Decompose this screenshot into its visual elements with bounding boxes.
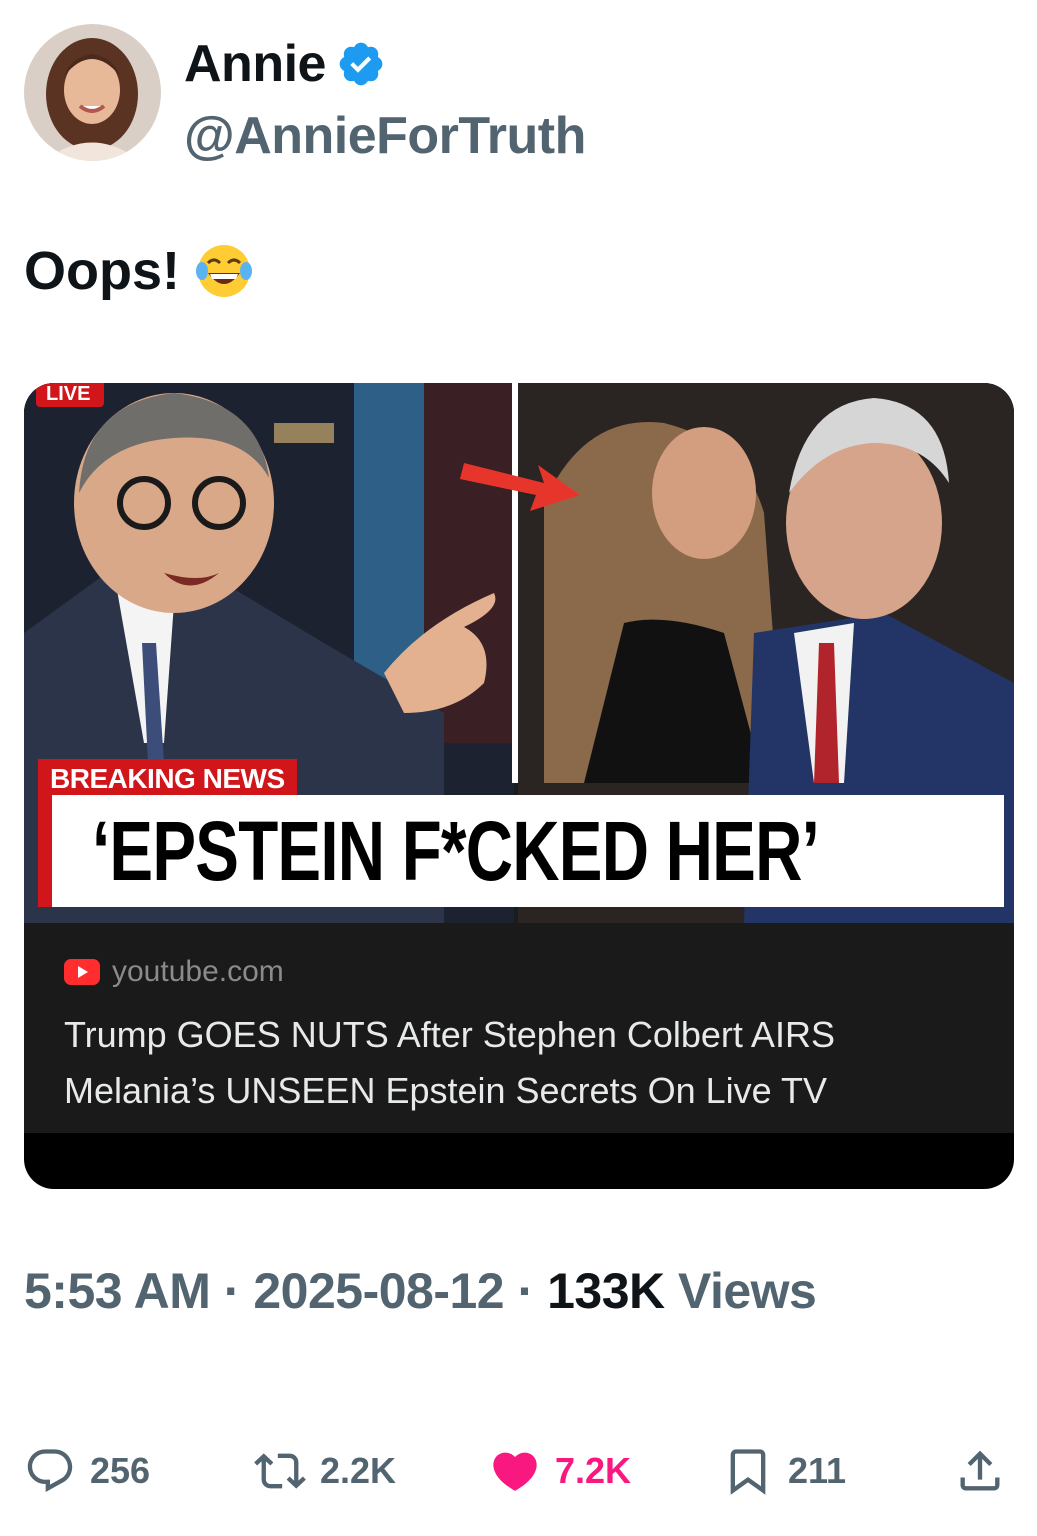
tweet-meta: 5:53 AM · 2025-08-12 · 133K Views <box>24 1262 817 1320</box>
author-name[interactable]: Annie <box>184 34 326 94</box>
tweet-header: Annie @AnnieForTruth <box>24 24 1014 166</box>
card-title[interactable]: Trump GOES NUTS After Stephen Colbert AI… <box>64 1007 984 1119</box>
youtube-icon <box>64 959 100 985</box>
verified-badge-icon[interactable] <box>336 39 386 89</box>
breaking-news-label: BREAKING NEWS <box>38 759 297 799</box>
card-thumbnail[interactable]: LIVE BREAKING NEWS ‘EPSTEIN F*CKED HER’ <box>24 383 1014 923</box>
bookmark-icon <box>730 1449 766 1495</box>
tweet-body: Oops! <box>24 241 180 301</box>
avatar[interactable] <box>24 24 161 161</box>
card-domain[interactable]: youtube.com <box>112 955 284 989</box>
thumbnail-headline: ‘EPSTEIN F*CKED HER’ <box>92 804 820 898</box>
repost-button[interactable]: 2.2K <box>254 1436 396 1506</box>
reply-icon <box>27 1449 73 1493</box>
bookmark-count: 211 <box>788 1450 847 1491</box>
tweet-time[interactable]: 5:53 AM <box>24 1263 211 1319</box>
action-bar: 256 2.2K 7.2K 211 <box>24 1436 1014 1506</box>
link-card[interactable]: LIVE BREAKING NEWS ‘EPSTEIN F*CKED HER’ … <box>24 383 1014 1189</box>
repost-icon <box>254 1453 306 1489</box>
views-count[interactable]: 133K <box>547 1263 665 1319</box>
live-badge: LIVE <box>36 383 105 407</box>
share-button[interactable] <box>954 1436 1006 1506</box>
like-button[interactable]: 7.2K <box>489 1436 631 1506</box>
repost-count: 2.2K <box>320 1450 397 1491</box>
tweet-date[interactable]: 2025-08-12 <box>253 1263 504 1319</box>
like-count: 7.2K <box>555 1450 632 1491</box>
meta-separator: · <box>517 1263 535 1319</box>
laughing-emoji-icon <box>196 245 252 297</box>
headline-box: ‘EPSTEIN F*CKED HER’ <box>38 795 1004 907</box>
heart-icon <box>493 1452 537 1491</box>
bookmark-button[interactable]: 211 <box>722 1436 846 1506</box>
tweet-text: Oops! <box>24 240 254 302</box>
card-meta[interactable]: youtube.com Trump GOES NUTS After Stephe… <box>24 923 1014 1133</box>
reply-count: 256 <box>90 1450 151 1491</box>
meta-separator: · <box>223 1263 241 1319</box>
author-handle[interactable]: @AnnieForTruth <box>184 106 586 166</box>
share-icon <box>960 1450 1000 1491</box>
reply-button[interactable]: 256 <box>24 1436 150 1506</box>
views-label: Views <box>678 1263 817 1319</box>
